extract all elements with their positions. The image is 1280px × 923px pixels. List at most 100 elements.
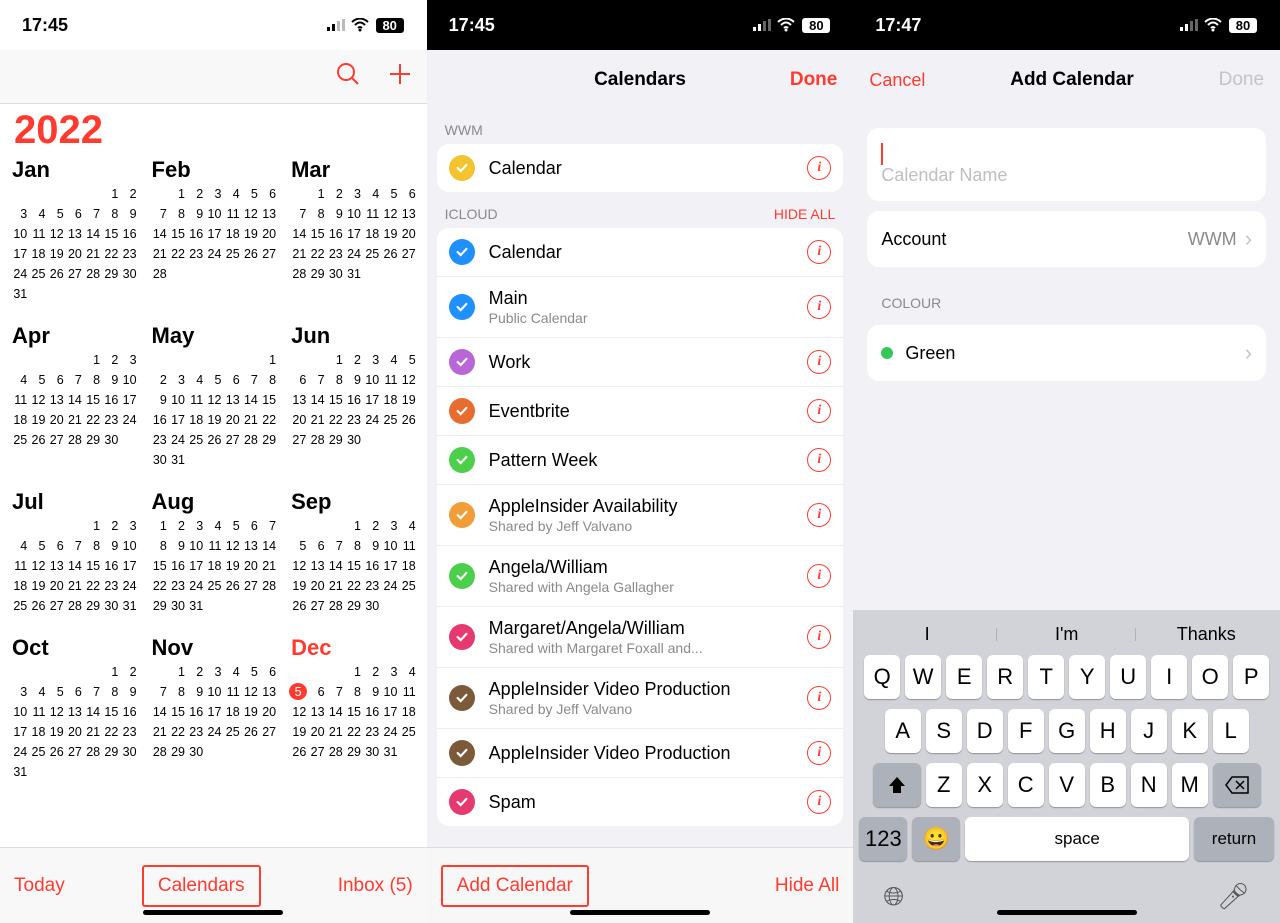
key[interactable]: H bbox=[1090, 709, 1126, 753]
key[interactable]: I bbox=[1151, 655, 1187, 699]
checkmark-icon[interactable] bbox=[449, 624, 475, 650]
checkmark-icon[interactable] bbox=[449, 685, 475, 711]
key[interactable]: D bbox=[967, 709, 1003, 753]
key[interactable]: Z bbox=[926, 763, 962, 807]
months-grid[interactable]: Jan 123456789101112131415161718192021222… bbox=[0, 155, 427, 847]
month[interactable]: May 123456789101112131415161718192021222… bbox=[144, 321, 284, 473]
month[interactable]: Mar 123456789101112131415161718192021222… bbox=[283, 155, 423, 307]
hide-all-link[interactable]: HIDE ALL bbox=[774, 206, 835, 222]
info-icon[interactable]: i bbox=[807, 625, 831, 649]
info-icon[interactable]: i bbox=[807, 448, 831, 472]
calendar-row[interactable]: Worki bbox=[437, 338, 844, 387]
key[interactable]: N bbox=[1131, 763, 1167, 807]
home-indicator[interactable] bbox=[570, 910, 710, 915]
hide-all-button[interactable]: Hide All bbox=[775, 875, 839, 897]
month[interactable]: Jul 123456789101112131415161718192021222… bbox=[4, 487, 144, 619]
info-icon[interactable]: i bbox=[807, 399, 831, 423]
key[interactable]: R bbox=[987, 655, 1023, 699]
calendar-row[interactable]: AppleInsider Video ProductionShared by J… bbox=[437, 668, 844, 729]
keyboard[interactable]: II'mThanks QWERTYUIOP ASDFGHJKL ZXCVBNM … bbox=[853, 610, 1280, 923]
key[interactable]: J bbox=[1131, 709, 1167, 753]
key[interactable]: G bbox=[1049, 709, 1085, 753]
add-icon[interactable] bbox=[387, 61, 413, 92]
done-button[interactable]: Done bbox=[790, 69, 838, 91]
suggestion[interactable]: Thanks bbox=[1136, 624, 1276, 645]
calendar-row[interactable]: MainPublic Calendari bbox=[437, 277, 844, 338]
home-indicator[interactable] bbox=[143, 910, 283, 915]
globe-icon[interactable]: 🌐︎ bbox=[883, 881, 904, 913]
month[interactable]: Aug1234567891011121314151617181920212223… bbox=[144, 487, 284, 619]
month[interactable]: Nov 123456789101112131415161718192021222… bbox=[144, 633, 284, 785]
calendars-button[interactable]: Calendars bbox=[142, 865, 261, 907]
info-icon[interactable]: i bbox=[807, 790, 831, 814]
checkmark-icon[interactable] bbox=[449, 502, 475, 528]
calendar-name-input[interactable] bbox=[881, 165, 1252, 186]
checkmark-icon[interactable] bbox=[449, 789, 475, 815]
checkmark-icon[interactable] bbox=[449, 239, 475, 265]
done-button[interactable]: Done bbox=[1219, 69, 1264, 91]
checkmark-icon[interactable] bbox=[449, 294, 475, 320]
checkmark-icon[interactable] bbox=[449, 447, 475, 473]
calendar-row[interactable]: Margaret/Angela/WilliamShared with Marga… bbox=[437, 607, 844, 668]
calendar-row[interactable]: Eventbritei bbox=[437, 387, 844, 436]
key[interactable]: K bbox=[1172, 709, 1208, 753]
emoji-key[interactable]: 😀 bbox=[912, 817, 960, 861]
info-icon[interactable]: i bbox=[807, 564, 831, 588]
colour-row[interactable]: Green › bbox=[867, 325, 1266, 381]
checkmark-icon[interactable] bbox=[449, 740, 475, 766]
key[interactable]: B bbox=[1090, 763, 1126, 807]
search-icon[interactable] bbox=[335, 61, 361, 92]
mic-icon[interactable]: 🎤︎ bbox=[1217, 881, 1250, 913]
info-icon[interactable]: i bbox=[807, 295, 831, 319]
return-key[interactable]: return bbox=[1194, 817, 1274, 861]
calendar-row[interactable]: Pattern Weeki bbox=[437, 436, 844, 485]
suggestion[interactable]: I bbox=[857, 624, 997, 645]
checkmark-icon[interactable] bbox=[449, 563, 475, 589]
key[interactable]: P bbox=[1233, 655, 1269, 699]
calendar-row[interactable]: Angela/WilliamShared with Angela Gallagh… bbox=[437, 546, 844, 607]
calendars-body[interactable]: WWMCalendariICLOUDHIDE ALLCalendariMainP… bbox=[427, 108, 854, 847]
month[interactable]: Sep 123456789101112131415161718192021222… bbox=[283, 487, 423, 619]
home-indicator[interactable] bbox=[997, 910, 1137, 915]
inbox-button[interactable]: Inbox (5) bbox=[338, 875, 413, 897]
numbers-key[interactable]: 123 bbox=[859, 817, 907, 861]
key[interactable]: Q bbox=[864, 655, 900, 699]
calendar-row[interactable]: Calendari bbox=[437, 144, 844, 192]
info-icon[interactable]: i bbox=[807, 240, 831, 264]
add-calendar-button[interactable]: Add Calendar bbox=[441, 865, 589, 907]
key[interactable]: M bbox=[1172, 763, 1208, 807]
info-icon[interactable]: i bbox=[807, 741, 831, 765]
month[interactable]: Jan 123456789101112131415161718192021222… bbox=[4, 155, 144, 307]
space-key[interactable]: space bbox=[965, 817, 1189, 861]
today-button[interactable]: Today bbox=[14, 875, 65, 897]
month[interactable]: Dec 123456789101112131415161718192021222… bbox=[283, 633, 423, 785]
info-icon[interactable]: i bbox=[807, 350, 831, 374]
info-icon[interactable]: i bbox=[807, 686, 831, 710]
calendar-row[interactable]: Calendari bbox=[437, 228, 844, 277]
month[interactable]: Oct 123456789101112131415161718192021222… bbox=[4, 633, 144, 785]
key[interactable]: X bbox=[967, 763, 1003, 807]
key[interactable]: T bbox=[1028, 655, 1064, 699]
suggestion[interactable]: I'm bbox=[997, 624, 1137, 645]
calendar-row[interactable]: Spami bbox=[437, 778, 844, 826]
backspace-key[interactable] bbox=[1213, 763, 1261, 807]
key[interactable]: Y bbox=[1069, 655, 1105, 699]
calendar-row[interactable]: AppleInsider AvailabilityShared by Jeff … bbox=[437, 485, 844, 546]
checkmark-icon[interactable] bbox=[449, 155, 475, 181]
key[interactable]: W bbox=[905, 655, 941, 699]
account-row[interactable]: Account WWM› bbox=[867, 211, 1266, 267]
key[interactable]: S bbox=[926, 709, 962, 753]
key[interactable]: C bbox=[1008, 763, 1044, 807]
key[interactable]: U bbox=[1110, 655, 1146, 699]
month[interactable]: Apr 123456789101112131415161718192021222… bbox=[4, 321, 144, 473]
key[interactable]: F bbox=[1008, 709, 1044, 753]
month[interactable]: Jun 123456789101112131415161718192021222… bbox=[283, 321, 423, 473]
calendar-row[interactable]: AppleInsider Video Productioni bbox=[437, 729, 844, 778]
cancel-button[interactable]: Cancel bbox=[869, 70, 925, 91]
info-icon[interactable]: i bbox=[807, 503, 831, 527]
info-icon[interactable]: i bbox=[807, 156, 831, 180]
calendar-name-field[interactable] bbox=[867, 128, 1266, 201]
checkmark-icon[interactable] bbox=[449, 349, 475, 375]
month[interactable]: Feb 123456789101112131415161718192021222… bbox=[144, 155, 284, 307]
key[interactable]: A bbox=[885, 709, 921, 753]
